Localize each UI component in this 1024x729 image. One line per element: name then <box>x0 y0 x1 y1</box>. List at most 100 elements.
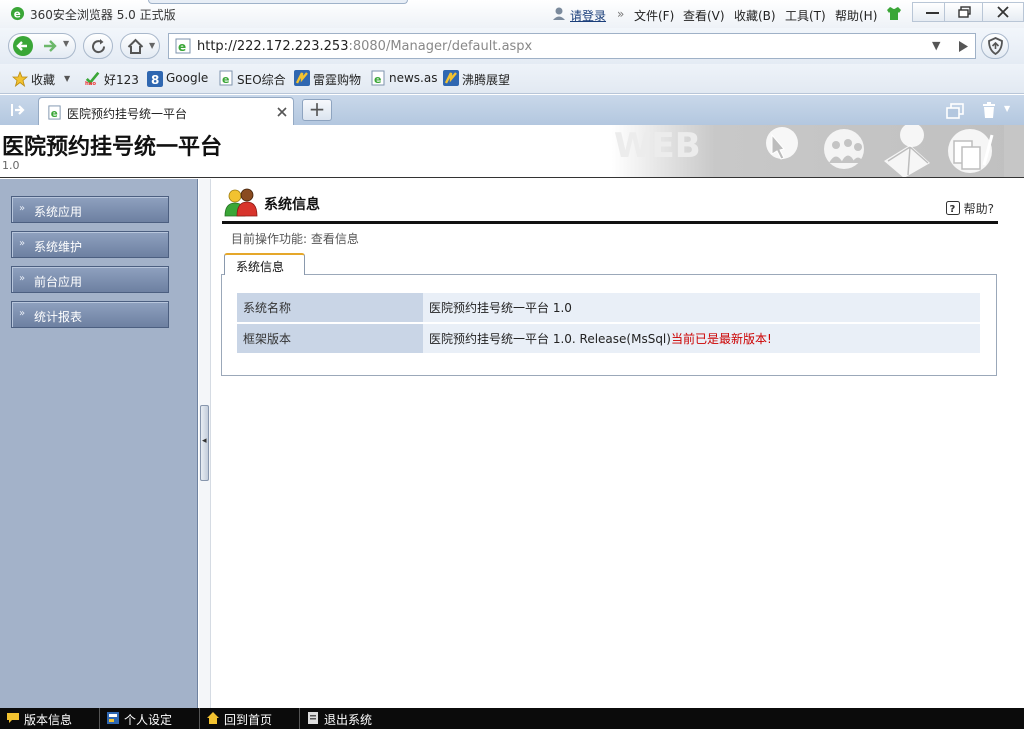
bookmark-hao123[interactable]: 好123 <box>104 71 139 88</box>
collapse-left-icon: ◂ <box>202 436 207 446</box>
bookmark-leiting[interactable]: 雷霆购物 <box>313 71 361 88</box>
tab-close-icon[interactable] <box>277 107 287 117</box>
back-forward-group: ▼ <box>8 33 76 59</box>
help-label: 帮助? <box>963 202 994 216</box>
bookmark-news[interactable]: news.as <box>389 71 437 85</box>
close-icon <box>997 6 1009 18</box>
svg-text:e: e <box>222 73 229 86</box>
svg-text:8: 8 <box>151 73 159 87</box>
expand-arrows-icon: » <box>19 273 26 284</box>
browser-tab-active[interactable]: e 医院预约挂号统一平台 <box>38 97 294 125</box>
menu-file[interactable]: 文件(F) <box>634 7 674 24</box>
sidebar-toggle-icon[interactable] <box>10 102 26 118</box>
restore-icon <box>958 6 971 18</box>
tab-system-info[interactable]: 系统信息 <box>224 253 305 275</box>
sidebar-item-label: 前台应用 <box>34 275 83 289</box>
close-window-button[interactable] <box>982 2 1024 22</box>
home-icon <box>207 712 219 724</box>
feiteng-icon <box>443 70 459 86</box>
tab-title: 医院预约挂号统一平台 <box>67 107 188 121</box>
sidebar-item-label: 系统应用 <box>34 205 83 219</box>
address-bar[interactable]: e http://222.172.223.253:8080/Manager/de… <box>168 33 976 59</box>
tab-page-icon: e <box>48 105 61 120</box>
bookmark-feiteng[interactable]: 沸腾展望 <box>462 71 510 88</box>
home-button[interactable]: ▼ <box>120 33 160 59</box>
personal-settings-button[interactable]: 个人设定 <box>100 708 200 729</box>
seo-page-icon: e <box>219 70 233 86</box>
tab-strip: e 医院预约挂号统一平台 + ▼ <box>0 95 1024 125</box>
collapse-sidebar-handle[interactable]: ◂ <box>200 405 209 481</box>
main-content: 系统信息 ? 帮助? 目前操作功能: 查看信息 系统信息 系统名称 医院预约挂号… <box>212 179 1024 708</box>
svg-text:e: e <box>51 108 58 120</box>
menu-view[interactable]: 查看(V) <box>683 7 725 24</box>
refresh-icon <box>92 39 106 54</box>
row-value: 医院预约挂号统一平台 1.0. Release(MsSql)当前已是最新版本! <box>423 324 980 353</box>
row-value: 医院预约挂号统一平台 1.0 <box>423 293 980 322</box>
home-dropdown-icon[interactable]: ▼ <box>149 41 155 50</box>
logout-button[interactable]: 退出系统 <box>300 708 400 729</box>
bookmarks-bar: 收藏 ▼ hao 好123 8 Google e SEO综合 雷霆购物 e ne… <box>0 64 1024 94</box>
back-arrow-icon[interactable] <box>12 35 34 57</box>
version-info-button[interactable]: 版本信息 <box>0 708 100 729</box>
bookmark-seo[interactable]: SEO综合 <box>237 71 286 88</box>
minimize-icon <box>926 12 939 14</box>
page-version: 1.0 <box>2 159 20 172</box>
svg-text:e: e <box>178 40 186 54</box>
help-link[interactable]: ? 帮助? <box>945 200 994 217</box>
expand-arrows-icon: » <box>19 238 26 249</box>
sidebar-item-system-maintenance[interactable]: » 系统维护 <box>11 231 169 258</box>
status-item-label: 退出系统 <box>324 713 373 727</box>
help-icon: ? <box>945 201 960 215</box>
skin-shirt-icon[interactable] <box>886 6 902 21</box>
browser-title: 360安全浏览器 5.0 正式版 <box>30 8 176 22</box>
title-tab-notch <box>148 0 408 4</box>
page-header: 医院预约挂号统一平台 1.0 WEB <box>0 125 1024 178</box>
sidebar-item-system-apps[interactable]: » 系统应用 <box>11 196 169 223</box>
browser-logo-icon: e <box>10 6 25 20</box>
trash-icon[interactable] <box>980 101 998 119</box>
trash-dropdown-icon[interactable]: ▼ <box>1004 104 1010 113</box>
expand-arrows-icon: » <box>19 203 26 214</box>
system-info-table: 系统名称 医院预约挂号统一平台 1.0 框架版本 医院预约挂号统一平台 1.0.… <box>237 291 980 355</box>
menu-chevron-icon: » <box>617 7 625 21</box>
expand-arrows-icon: » <box>19 308 26 319</box>
login-link[interactable]: 请登录 <box>570 7 606 24</box>
header-watermark-graphic: WEB <box>612 125 1024 177</box>
latest-version-note: 当前已是最新版本! <box>670 332 772 346</box>
sidebar-item-label: 系统维护 <box>34 240 83 254</box>
sidebar-item-frontend-apps[interactable]: » 前台应用 <box>11 266 169 293</box>
security-shield-button[interactable] <box>981 33 1009 59</box>
tab-label: 系统信息 <box>236 260 285 274</box>
go-arrow-icon[interactable] <box>957 40 969 53</box>
svg-text:e: e <box>14 8 21 20</box>
forward-arrow-icon[interactable] <box>41 37 59 55</box>
favorites-dropdown-icon[interactable]: ▼ <box>64 74 70 83</box>
bookmark-favorites[interactable]: 收藏 <box>31 71 55 88</box>
sidebar: » 系统应用 » 系统维护 » 前台应用 » 统计报表 <box>0 179 198 708</box>
sidebar-item-statistics[interactable]: » 统计报表 <box>11 301 169 328</box>
new-tab-button[interactable]: + <box>302 99 332 121</box>
info-panel: 系统名称 医院预约挂号统一平台 1.0 框架版本 医院预约挂号统一平台 1.0.… <box>221 274 997 376</box>
address-dropdown-icon[interactable]: ▼ <box>932 39 940 52</box>
table-row: 系统名称 医院预约挂号统一平台 1.0 <box>237 293 980 322</box>
svg-text:WEB: WEB <box>614 126 701 166</box>
refresh-button[interactable] <box>83 33 113 59</box>
leiting-icon <box>294 70 310 86</box>
home-icon <box>127 38 144 54</box>
browser-toolbar: ▼ ▼ e http://222.172.223.253:8080/Manage… <box>0 28 1024 64</box>
section-header: 系统信息 ? 帮助? <box>222 186 998 224</box>
menu-tools[interactable]: 工具(T) <box>785 7 826 24</box>
users-icon <box>224 188 258 217</box>
hao123-icon: hao <box>85 71 100 86</box>
row-key: 框架版本 <box>237 324 423 353</box>
sidebar-item-label: 统计报表 <box>34 310 83 324</box>
favorites-star-icon <box>12 71 28 87</box>
address-url: http://222.172.223.253:8080/Manager/defa… <box>197 39 533 54</box>
history-dropdown-icon[interactable]: ▼ <box>63 39 69 48</box>
restore-tabs-icon[interactable] <box>946 103 964 119</box>
menu-help[interactable]: 帮助(H) <box>835 7 877 24</box>
back-home-button[interactable]: 回到首页 <box>200 708 300 729</box>
bookmark-google[interactable]: Google <box>166 71 208 85</box>
menu-favorites[interactable]: 收藏(B) <box>734 7 776 24</box>
restore-button[interactable] <box>944 2 984 22</box>
